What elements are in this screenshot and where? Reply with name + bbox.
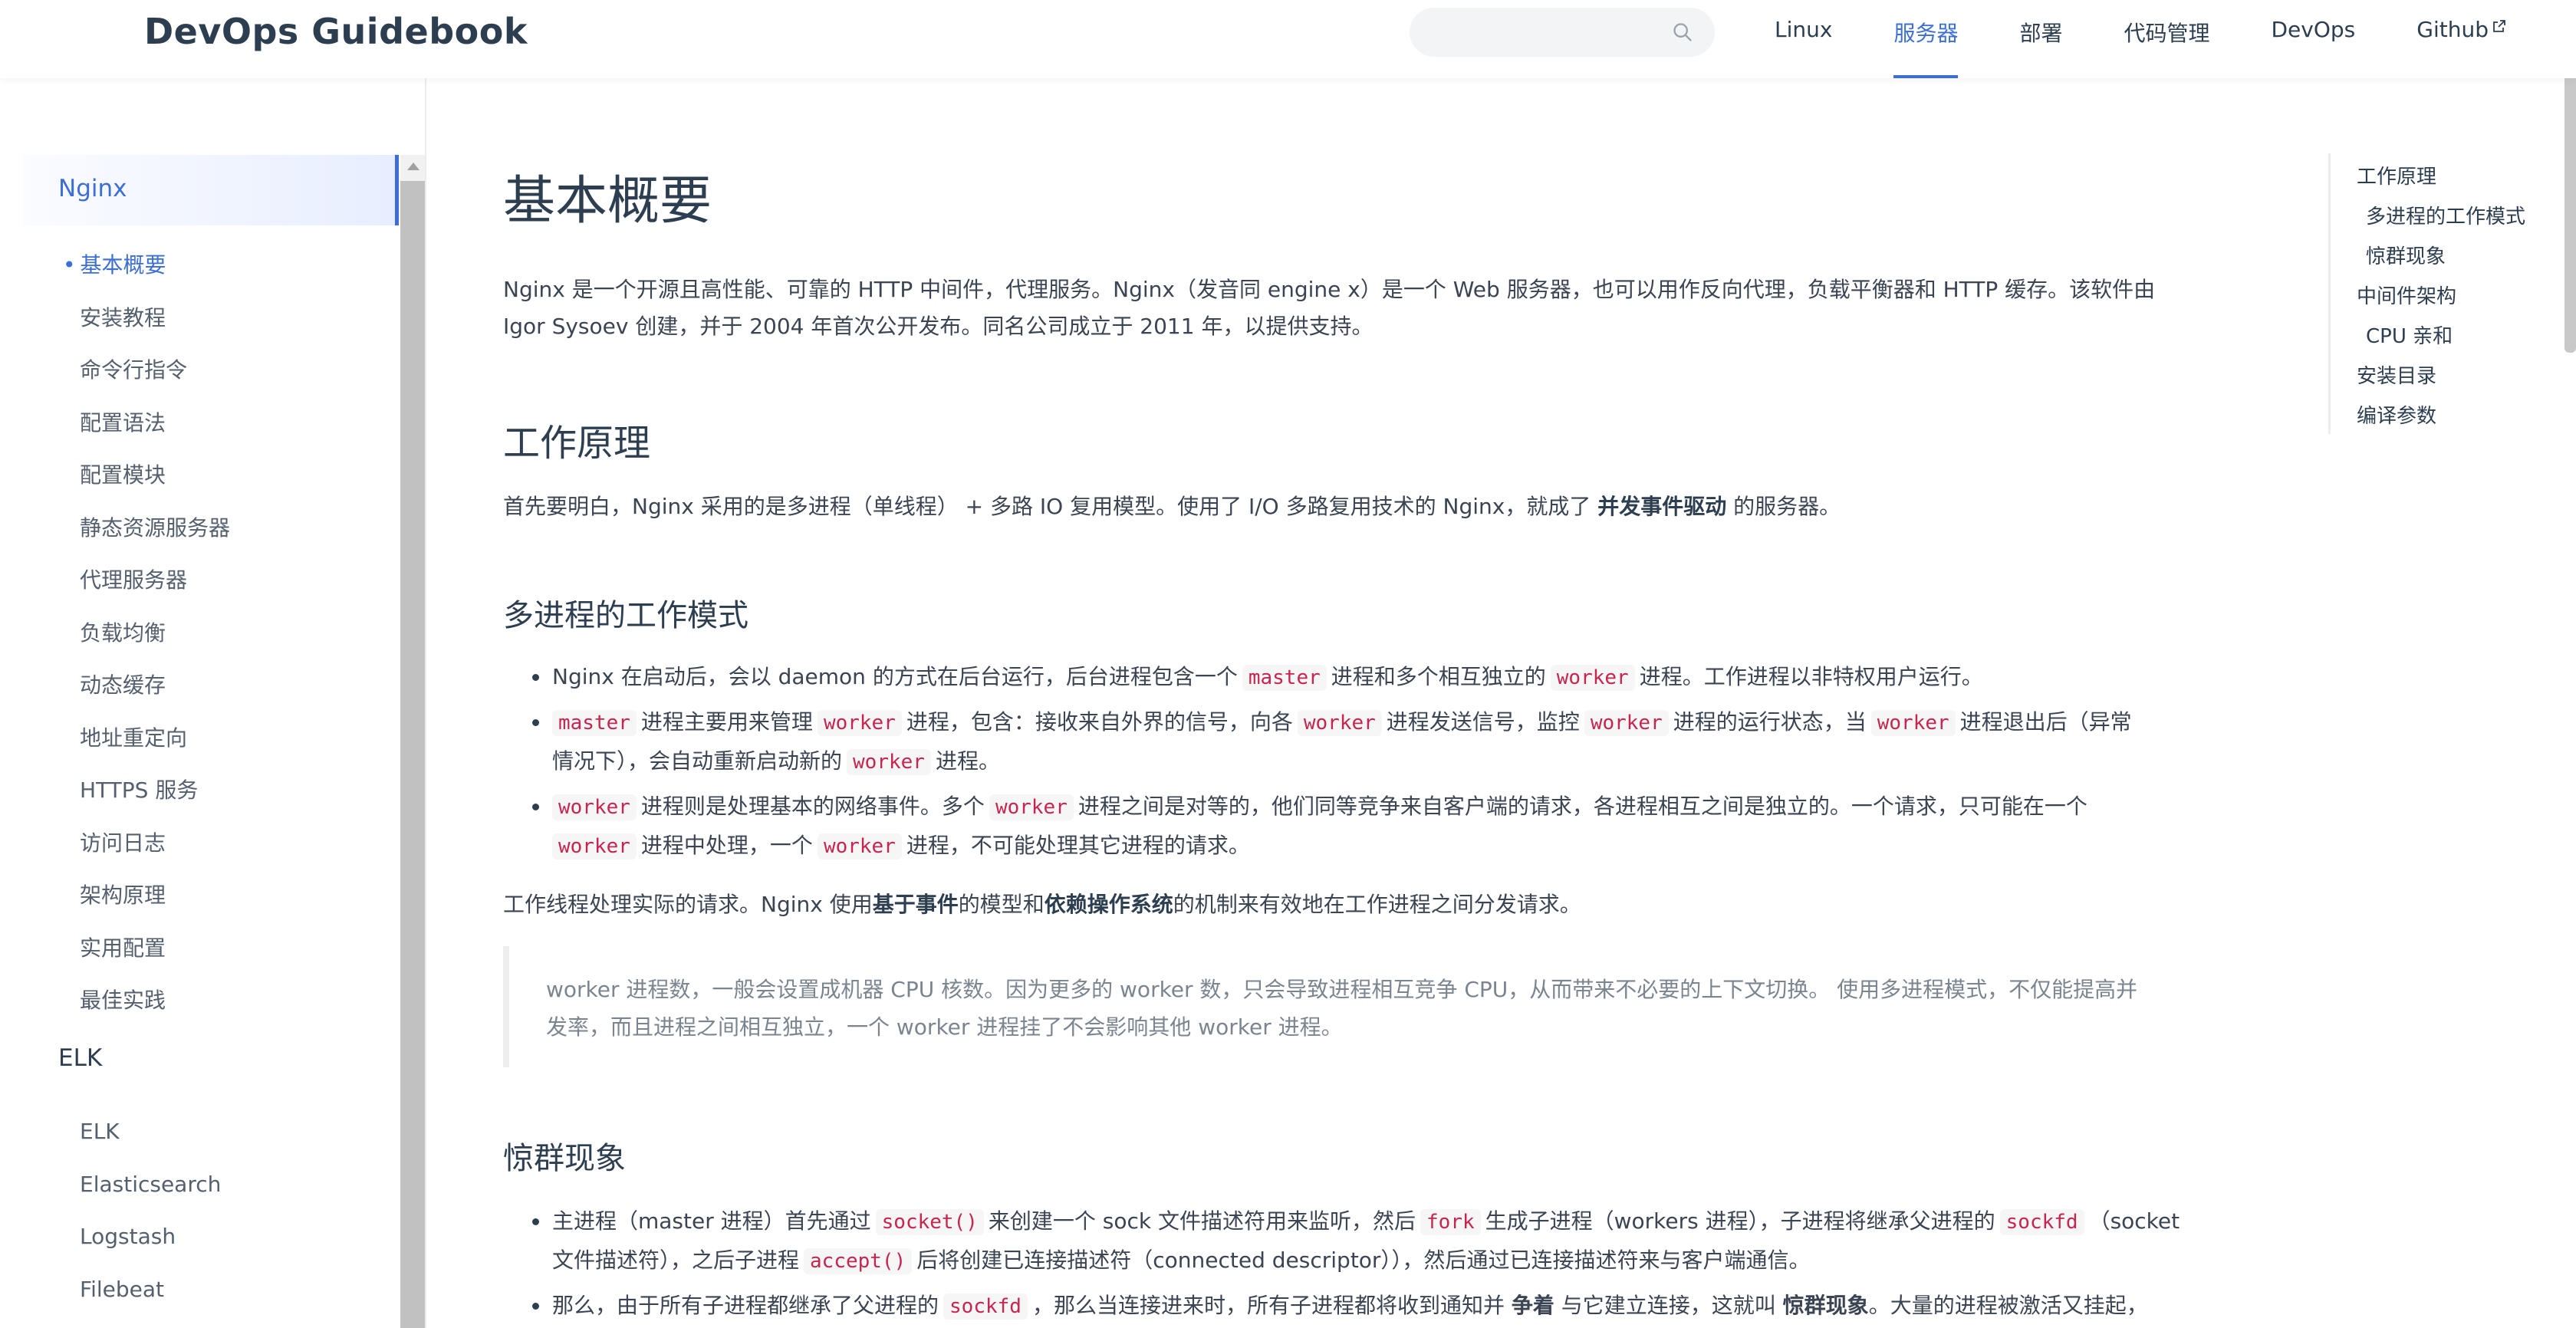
toc-item-work-principle[interactable]: 工作原理 — [2357, 161, 2436, 189]
table-of-contents: 工作原理 多进程的工作模式 惊群现象 中间件架构 CPU 亲和 安装目录 编译参… — [2328, 153, 2558, 434]
nav-link-code[interactable]: 代码管理 — [2124, 0, 2209, 78]
list-item: worker 进程则是处理基本的网络事件。多个 worker 进程之间是对等的，他们同… — [529, 787, 2252, 866]
sidebar-item-config-module[interactable]: 配置模块 — [80, 459, 166, 489]
worker-paragraph: 工作线程处理实际的请求。Nginx 使用基于事件的模型和依赖操作系统的机制来有效… — [503, 892, 1581, 917]
page-title: 基本概要 — [503, 171, 712, 232]
sidebar-item-rewrite[interactable]: 地址重定向 — [80, 722, 187, 752]
sidebar-item-practical[interactable]: 实用配置 — [80, 932, 166, 962]
toc-item-thundering-herd[interactable]: 惊群现象 — [2366, 241, 2446, 269]
nav-link-github[interactable]: Github — [2416, 0, 2507, 78]
toc-item-install-dir[interactable]: 安装目录 — [2357, 360, 2436, 389]
scroll-up-arrow-icon[interactable] — [407, 163, 419, 170]
sidebar-item-cache[interactable]: 动态缓存 — [80, 669, 166, 699]
sidebar-item-logstash[interactable]: Logstash — [80, 1224, 176, 1249]
sidebar-item-install[interactable]: 安装教程 — [80, 301, 166, 332]
sidebar-item-loadbalance[interactable]: 负载均衡 — [80, 616, 166, 647]
sidebar-item-elasticsearch[interactable]: Elasticsearch — [80, 1172, 221, 1197]
sidebar-item-static[interactable]: 静态资源服务器 — [80, 511, 230, 542]
nav-link-deploy[interactable]: 部署 — [2019, 0, 2062, 78]
list-item: 主进程（master 进程）首先通过 socket() 来创建一个 sock 文件描… — [529, 1202, 2252, 1280]
sidebar-item-config-syntax[interactable]: 配置语法 — [80, 406, 166, 437]
sidebar-item-https[interactable]: HTTPS 服务 — [80, 774, 198, 804]
heading-multi-process: 多进程的工作模式 — [503, 598, 748, 633]
list-item: 那么，由于所有子进程都继承了父进程的 sockfd ，那么当连接进来时，所有子进程都… — [529, 1287, 2252, 1326]
toc-item-multi-process[interactable]: 多进程的工作模式 — [2366, 201, 2525, 229]
toc-item-compile-params[interactable]: 编译参数 — [2357, 400, 2436, 429]
sidebar-item-cli[interactable]: 命令行指令 — [80, 353, 187, 384]
sidebar-item-architecture[interactable]: 架构原理 — [80, 879, 166, 909]
toc-item-cpu-affinity[interactable]: CPU 亲和 — [2366, 320, 2453, 349]
intro-paragraph: Nginx 是一个开源且高性能、可靠的 HTTP 中间件，代理服务。Nginx（… — [503, 277, 2156, 339]
search-input[interactable] — [1410, 8, 1715, 57]
nav-link-devops[interactable]: DevOps — [2272, 0, 2356, 78]
sidebar-item-filebeat[interactable]: Filebeat — [80, 1277, 164, 1302]
nav-links: Linux 服务器 部署 代码管理 DevOps Github — [1775, 0, 2568, 78]
list-item: Nginx 在启动后，会以 daemon 的方式在后台运行，后台进程包含一个 ma… — [529, 658, 2252, 697]
heading-thundering-herd: 惊群现象 — [503, 1141, 626, 1176]
search-icon — [1673, 23, 1692, 41]
worker-count-quote: worker 进程数，一般会设置成机器 CPU 核数。因为更多的 worker … — [503, 946, 2252, 1067]
thundering-herd-list: 主进程（master 进程）首先通过 socket() 来创建一个 sock 文件描… — [529, 1202, 2252, 1328]
sidebar-group-title-nginx[interactable]: Nginx — [58, 175, 127, 202]
sidebar-item-basic[interactable]: 基本概要 — [63, 248, 166, 279]
external-link-icon — [2493, 20, 2505, 32]
sidebar-group-title-elk[interactable]: ELK — [58, 1044, 102, 1072]
sidebar-item-elk[interactable]: ELK — [80, 1119, 120, 1144]
list-item: master 进程主要用来管理 worker 进程，包含：接收来自外界的信号，向各 wo… — [529, 703, 2252, 781]
sidebar-scrollbar-thumb[interactable] — [400, 181, 425, 1328]
site-brand[interactable]: DevOps Guidebook — [144, 11, 528, 52]
sidebar-item-best[interactable]: 最佳实践 — [80, 984, 166, 1014]
nav-link-linux[interactable]: Linux — [1775, 0, 1832, 78]
sidebar-item-access-log[interactable]: 访问日志 — [80, 827, 166, 857]
work-paragraph: 首先要明白，Nginx 采用的是多进程（单线程） + 多路 IO 复用模型。使用… — [503, 494, 1841, 519]
sidebar-item-proxy[interactable]: 代理服务器 — [80, 564, 187, 594]
top-navbar: DevOps Guidebook Linux 服务器 部署 代码管理 DevOp… — [0, 0, 2576, 78]
multi-process-list: Nginx 在启动后，会以 daemon 的方式在后台运行，后台进程包含一个 ma… — [529, 658, 2252, 872]
sidebar: Nginx 基本概要 安装教程 命令行指令 配置语法 配置模块 静态资源服务器 … — [0, 78, 426, 1328]
nav-link-servers[interactable]: 服务器 — [1893, 0, 1959, 78]
heading-work-principle: 工作原理 — [503, 422, 651, 465]
toc-item-middleware-arch[interactable]: 中间件架构 — [2357, 281, 2456, 309]
